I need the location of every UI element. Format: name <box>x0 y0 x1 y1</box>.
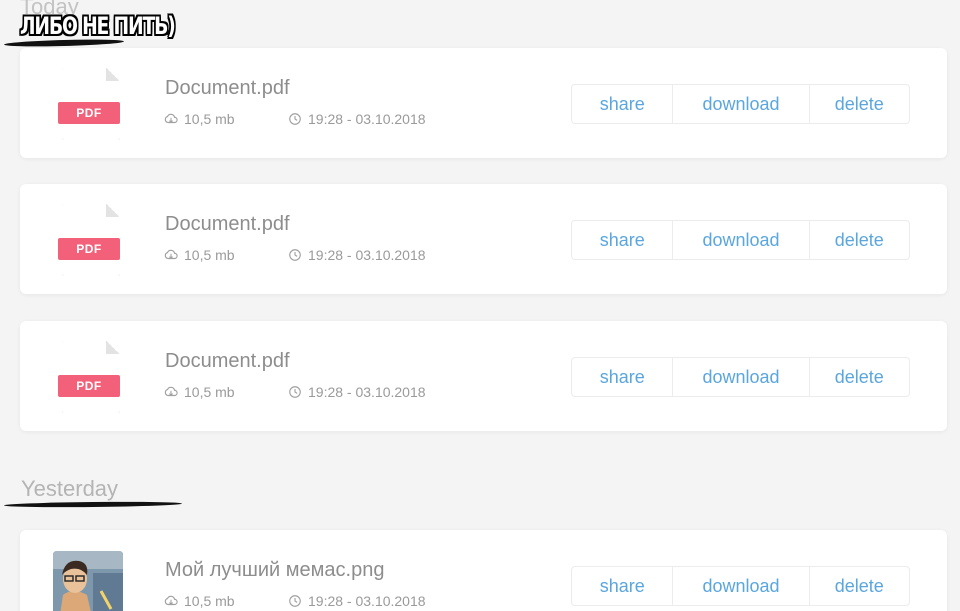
download-button[interactable]: download <box>672 85 808 123</box>
file-size: 10,5 mb <box>164 384 235 400</box>
cloud-icon <box>164 249 178 260</box>
file-name: Document.pdf <box>165 213 290 235</box>
download-button[interactable]: download <box>672 567 808 605</box>
clock-icon <box>289 113 301 125</box>
clock-icon <box>289 249 301 261</box>
file-size: 10,5 mb <box>164 247 235 263</box>
file-size-value: 10,5 mb <box>184 111 235 127</box>
file-name: Document.pdf <box>165 350 290 372</box>
delete-button[interactable]: delete <box>808 358 909 396</box>
pdf-file-icon: PDF <box>58 68 120 140</box>
file-list-page: Today ЛИБО НЕ ПИТЬ) PDF Document.pdf 10,… <box>0 0 960 611</box>
pdf-file-icon: PDF <box>58 341 120 413</box>
pdf-badge: PDF <box>58 375 120 397</box>
file-actions: share download delete <box>571 357 910 397</box>
clock-icon <box>289 386 301 398</box>
delete-button[interactable]: delete <box>808 221 909 259</box>
file-actions: share download delete <box>571 566 910 606</box>
file-date-value: 19:28 - 03.10.2018 <box>308 593 426 609</box>
file-date-value: 19:28 - 03.10.2018 <box>308 384 426 400</box>
share-button[interactable]: share <box>572 85 672 123</box>
pdf-file-icon: PDF <box>58 204 120 276</box>
file-size-value: 10,5 mb <box>184 247 235 263</box>
file-actions: share download delete <box>571 84 910 124</box>
share-button[interactable]: share <box>572 567 672 605</box>
download-button[interactable]: download <box>672 221 808 259</box>
file-date-value: 19:28 - 03.10.2018 <box>308 247 426 263</box>
file-name: Мой лучший мемас.png <box>165 559 385 581</box>
section-title-yesterday: Yesterday <box>21 476 119 501</box>
file-actions: share download delete <box>571 220 910 260</box>
file-date: 19:28 - 03.10.2018 <box>288 384 426 400</box>
cloud-icon <box>164 113 178 124</box>
pdf-badge: PDF <box>58 238 120 260</box>
brush-stroke <box>3 501 183 508</box>
file-card: PDF Document.pdf 10,5 mb 19:28 - 03.10.2… <box>20 48 947 158</box>
delete-button[interactable]: delete <box>808 85 909 123</box>
file-size-value: 10,5 mb <box>184 384 235 400</box>
file-card: PDF Document.pdf 10,5 mb 19:28 - 03.10.2… <box>20 184 947 294</box>
file-date: 19:28 - 03.10.2018 <box>288 247 426 263</box>
file-name: Document.pdf <box>165 77 290 99</box>
file-card: PDF Document.pdf 10,5 mb 19:28 - 03.10.2… <box>20 321 947 431</box>
download-button[interactable]: download <box>672 358 808 396</box>
file-size: 10,5 mb <box>164 593 235 609</box>
share-button[interactable]: share <box>572 221 672 259</box>
file-date: 19:28 - 03.10.2018 <box>288 593 426 609</box>
meme-caption: ЛИБО НЕ ПИТЬ) <box>20 12 176 40</box>
file-date: 19:28 - 03.10.2018 <box>288 111 426 127</box>
pdf-badge: PDF <box>58 102 120 124</box>
file-size: 10,5 mb <box>164 111 235 127</box>
delete-button[interactable]: delete <box>808 567 909 605</box>
cloud-icon <box>164 386 178 397</box>
file-card: Мой лучший мемас.png 10,5 mb 19:28 - 03.… <box>20 530 947 611</box>
file-size-value: 10,5 mb <box>184 593 235 609</box>
image-thumbnail <box>53 551 123 611</box>
clock-icon <box>289 595 301 607</box>
file-date-value: 19:28 - 03.10.2018 <box>308 111 426 127</box>
share-button[interactable]: share <box>572 358 672 396</box>
cloud-icon <box>164 595 178 606</box>
